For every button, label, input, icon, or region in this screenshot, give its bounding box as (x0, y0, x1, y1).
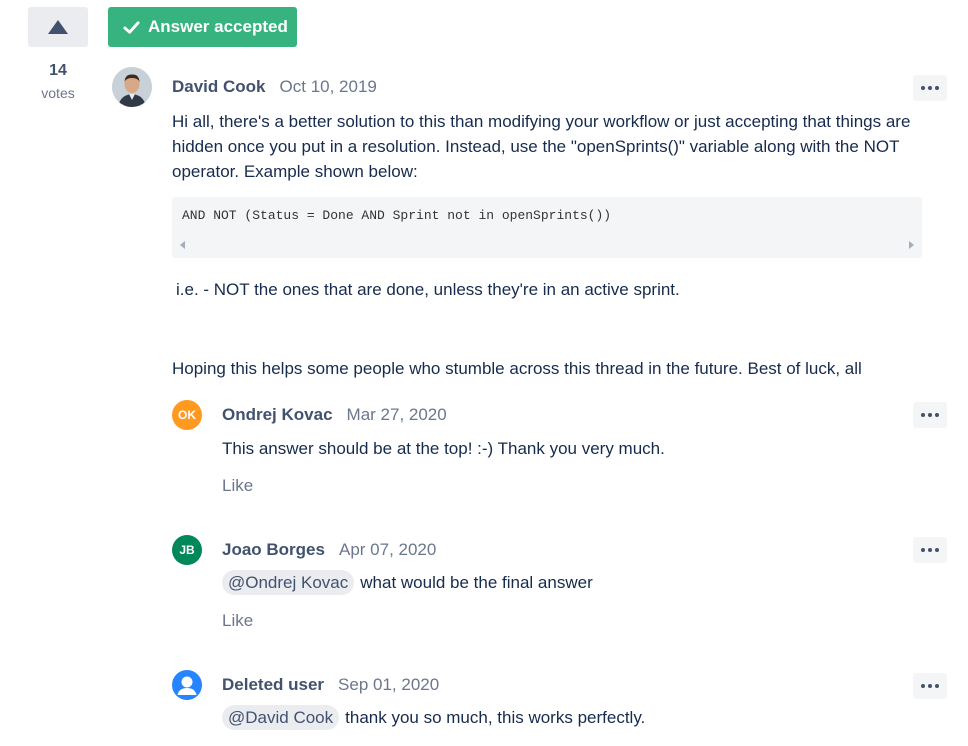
avatar[interactable] (172, 670, 202, 700)
answer-more-button[interactable] (913, 75, 947, 101)
comment-body: what would be the final answer (360, 573, 593, 592)
triangle-up-icon (48, 20, 68, 34)
answer-paragraph: Hoping this helps some people who stumbl… (172, 359, 862, 378)
check-icon (123, 20, 140, 34)
mention-chip[interactable]: @David Cook (222, 705, 340, 730)
more-icon (921, 86, 925, 90)
comment-body: thank you so much, this works perfectly. (345, 708, 646, 727)
comment-text: @David Cook thank you so much, this works… (222, 705, 912, 730)
comment-text: This answer should be at the top! :-) Th… (222, 439, 665, 458)
comment-more-button[interactable] (913, 402, 947, 428)
comment-more-button[interactable] (913, 537, 947, 563)
answer-paragraph: i.e. - NOT the ones that are done, unles… (176, 280, 680, 299)
comment-author[interactable]: Joao Borges (222, 540, 325, 560)
vote-label: votes (41, 85, 75, 101)
code-block: AND NOT (Status = Done AND Sprint not in… (172, 197, 922, 258)
answer-paragraph: Hi all, there's a better solution to thi… (172, 112, 911, 181)
vote-count: 14 (49, 62, 67, 79)
comment-more-button[interactable] (913, 673, 947, 699)
upvote-button[interactable] (28, 7, 88, 47)
answer-author[interactable]: David Cook (172, 77, 266, 97)
user-icon (177, 676, 197, 695)
avatar[interactable] (112, 67, 152, 107)
comment-text: @Ondrej Kovac what would be the final ans… (222, 570, 912, 595)
avatar[interactable]: JB (172, 535, 202, 565)
comment-author[interactable]: Ondrej Kovac (222, 405, 333, 425)
code-text: AND NOT (Status = Done AND Sprint not in… (182, 208, 612, 223)
like-button[interactable]: Like (222, 611, 253, 631)
avatar[interactable]: OK (172, 400, 202, 430)
comment-author[interactable]: Deleted user (222, 675, 324, 695)
answer-accepted-badge: Answer accepted (108, 7, 297, 47)
mention-chip[interactable]: @Ondrej Kovac (222, 570, 355, 595)
comment-date: Sep 01, 2020 (338, 675, 440, 694)
more-icon (921, 684, 925, 688)
accepted-label: Answer accepted (148, 17, 288, 36)
scroll-right-arrow[interactable] (909, 241, 914, 249)
comment-date: Apr 07, 2020 (338, 540, 437, 559)
scroll-left-arrow[interactable] (180, 241, 185, 249)
more-icon (921, 548, 925, 552)
like-button[interactable]: Like (222, 476, 253, 496)
answer-date: Oct 10, 2019 (279, 77, 377, 96)
comment-date: Mar 27, 2020 (346, 405, 447, 424)
more-icon (921, 413, 925, 417)
